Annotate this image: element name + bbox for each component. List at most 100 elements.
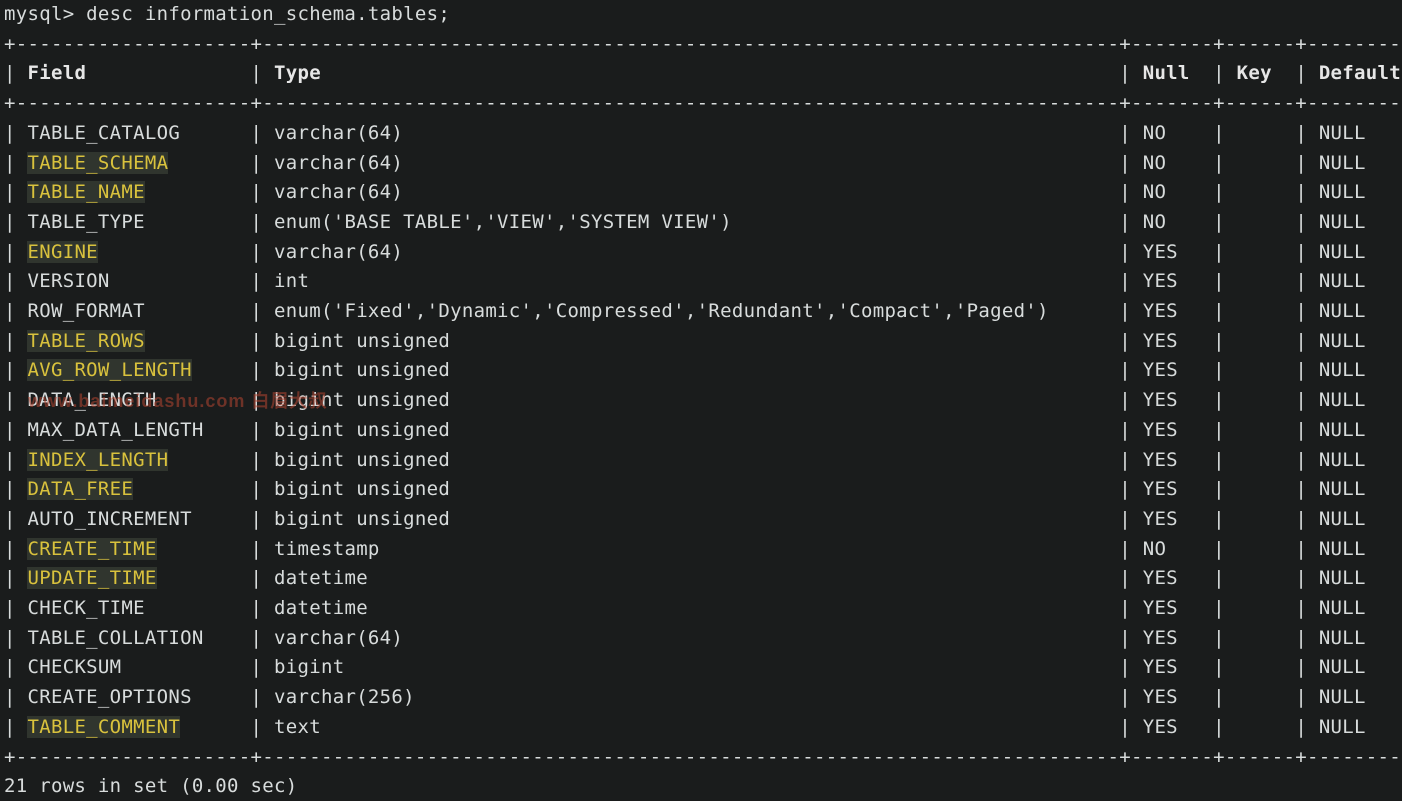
table-cell: bigint unsigned xyxy=(274,419,1107,441)
table-field: AUTO_INCREMENT xyxy=(27,508,238,530)
table-cell: NULL xyxy=(1319,389,1402,411)
table-cell: NO xyxy=(1143,211,1202,233)
table-cell: YES xyxy=(1143,716,1202,738)
table-cell: YES xyxy=(1143,686,1202,708)
column-header: Key xyxy=(1237,62,1284,84)
table-cell xyxy=(1237,597,1284,619)
table-cell xyxy=(1237,508,1284,530)
table-field: DATA_LENGTH xyxy=(27,389,238,411)
table-cell: NULL xyxy=(1319,686,1402,708)
table-cell xyxy=(1237,300,1284,322)
sql-prompt: mysql> desc information_schema.tables; xyxy=(4,3,450,25)
table-cell: NO xyxy=(1143,122,1202,144)
table-rule: +--------------------+------------------… xyxy=(4,746,1402,768)
table-field-highlighted: AVG_ROW_LENGTH xyxy=(27,359,191,381)
table-cell: bigint unsigned xyxy=(274,508,1107,530)
table-field-highlighted: ENGINE xyxy=(27,241,97,263)
table-cell: NULL xyxy=(1319,597,1402,619)
table-cell: enum('Fixed','Dynamic','Compressed','Red… xyxy=(274,300,1107,322)
table-field-highlighted: INDEX_LENGTH xyxy=(27,449,168,471)
table-cell xyxy=(1237,686,1284,708)
table-cell: YES xyxy=(1143,508,1202,530)
table-cell xyxy=(1237,538,1284,560)
column-header: Type xyxy=(274,62,1107,84)
table-cell: bigint unsigned xyxy=(274,359,1107,381)
table-cell: NULL xyxy=(1319,122,1402,144)
table-field-highlighted: TABLE_COMMENT xyxy=(27,716,180,738)
table-field: TABLE_COLLATION xyxy=(27,627,238,649)
table-cell xyxy=(1237,211,1284,233)
table-cell xyxy=(1237,627,1284,649)
table-cell: NO xyxy=(1143,538,1202,560)
table-cell: NULL xyxy=(1319,449,1402,471)
table-cell: datetime xyxy=(274,597,1107,619)
table-cell xyxy=(1237,241,1284,263)
table-cell: YES xyxy=(1143,330,1202,352)
table-cell xyxy=(1237,656,1284,678)
table-cell: NULL xyxy=(1319,211,1402,233)
table-cell: NULL xyxy=(1319,656,1402,678)
table-field-highlighted: TABLE_NAME xyxy=(27,181,144,203)
table-field: TABLE_CATALOG xyxy=(27,122,238,144)
table-cell xyxy=(1237,359,1284,381)
table-cell: YES xyxy=(1143,359,1202,381)
table-cell: datetime xyxy=(274,567,1107,589)
table-cell: bigint unsigned xyxy=(274,389,1107,411)
table-cell: YES xyxy=(1143,627,1202,649)
table-cell: NULL xyxy=(1319,152,1402,174)
table-field: TABLE_TYPE xyxy=(27,211,238,233)
result-footer: 21 rows in set (0.00 sec) xyxy=(4,775,297,797)
table-cell xyxy=(1237,389,1284,411)
column-header: Field xyxy=(27,62,238,84)
table-cell: bigint unsigned xyxy=(274,449,1107,471)
table-cell: NULL xyxy=(1319,300,1402,322)
table-field-highlighted: TABLE_ROWS xyxy=(27,330,144,352)
table-cell: NULL xyxy=(1319,241,1402,263)
table-cell: NULL xyxy=(1319,478,1402,500)
table-field-highlighted: DATA_FREE xyxy=(27,478,133,500)
table-cell: varchar(64) xyxy=(274,241,1107,263)
table-cell: varchar(64) xyxy=(274,152,1107,174)
table-cell: NULL xyxy=(1319,627,1402,649)
mysql-terminal[interactable]: mysql> desc information_schema.tables; +… xyxy=(0,0,1402,801)
table-cell: NULL xyxy=(1319,508,1402,530)
table-rule: +--------------------+------------------… xyxy=(4,33,1402,55)
table-cell xyxy=(1237,152,1284,174)
table-cell: NULL xyxy=(1319,181,1402,203)
table-cell: YES xyxy=(1143,389,1202,411)
table-cell: NULL xyxy=(1319,716,1402,738)
table-field-highlighted: TABLE_SCHEMA xyxy=(27,152,168,174)
table-cell: NULL xyxy=(1319,538,1402,560)
table-cell xyxy=(1237,270,1284,292)
table-cell: NULL xyxy=(1319,567,1402,589)
table-cell: YES xyxy=(1143,241,1202,263)
table-cell: NULL xyxy=(1319,330,1402,352)
table-cell: YES xyxy=(1143,270,1202,292)
table-cell: YES xyxy=(1143,449,1202,471)
table-cell: varchar(64) xyxy=(274,627,1107,649)
table-field: CREATE_OPTIONS xyxy=(27,686,238,708)
table-cell xyxy=(1237,716,1284,738)
table-field: ROW_FORMAT xyxy=(27,300,238,322)
table-cell xyxy=(1237,567,1284,589)
table-cell: bigint unsigned xyxy=(274,478,1107,500)
table-cell: YES xyxy=(1143,478,1202,500)
table-cell: YES xyxy=(1143,300,1202,322)
table-cell: NO xyxy=(1143,152,1202,174)
table-cell xyxy=(1237,330,1284,352)
table-field: MAX_DATA_LENGTH xyxy=(27,419,238,441)
table-cell: varchar(256) xyxy=(274,686,1107,708)
table-field: CHECKSUM xyxy=(27,656,238,678)
table-cell: timestamp xyxy=(274,538,1107,560)
table-cell: text xyxy=(274,716,1107,738)
table-rule: +--------------------+------------------… xyxy=(4,92,1402,114)
table-cell: varchar(64) xyxy=(274,122,1107,144)
table-cell: YES xyxy=(1143,567,1202,589)
table-cell: int xyxy=(274,270,1107,292)
table-cell: NULL xyxy=(1319,359,1402,381)
column-header: Default xyxy=(1319,62,1402,84)
table-cell: bigint unsigned xyxy=(274,330,1107,352)
table-cell xyxy=(1237,419,1284,441)
table-cell: enum('BASE TABLE','VIEW','SYSTEM VIEW') xyxy=(274,211,1107,233)
table-cell: YES xyxy=(1143,656,1202,678)
